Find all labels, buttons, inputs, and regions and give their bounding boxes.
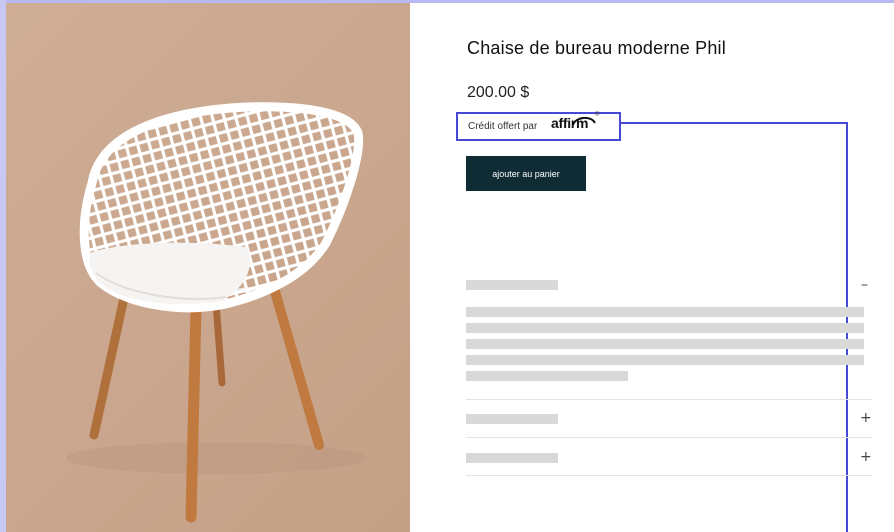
content-line-placeholder	[466, 339, 864, 349]
financing-text: Crédit offert par	[468, 121, 538, 132]
accordion-2-title-placeholder[interactable]	[466, 414, 558, 424]
product-image[interactable]	[6, 3, 410, 532]
content-line-placeholder	[466, 355, 864, 365]
product-title: Chaise de bureau moderne Phil	[467, 38, 726, 58]
affirm-registered-mark: ®	[595, 112, 600, 118]
plus-icon[interactable]: +	[860, 410, 872, 426]
annotation-connector-horizontal	[621, 122, 848, 124]
accordion-divider	[466, 437, 872, 438]
content-line-placeholder	[466, 371, 628, 381]
minus-icon[interactable]: –	[861, 277, 868, 293]
accordion-3-title-placeholder[interactable]	[466, 453, 558, 463]
product-price: 200.00 $	[467, 84, 530, 101]
accordion-divider	[466, 475, 872, 476]
chair-illustration	[66, 102, 366, 523]
content-line-placeholder	[466, 307, 864, 317]
accordion-divider	[466, 399, 872, 400]
add-to-cart-button[interactable]: ajouter au panier	[466, 156, 586, 191]
plus-icon[interactable]: +	[860, 449, 872, 465]
affirm-arc-icon	[572, 117, 596, 126]
accordion-1-title-placeholder[interactable]	[466, 280, 558, 290]
content-line-placeholder	[466, 323, 864, 333]
